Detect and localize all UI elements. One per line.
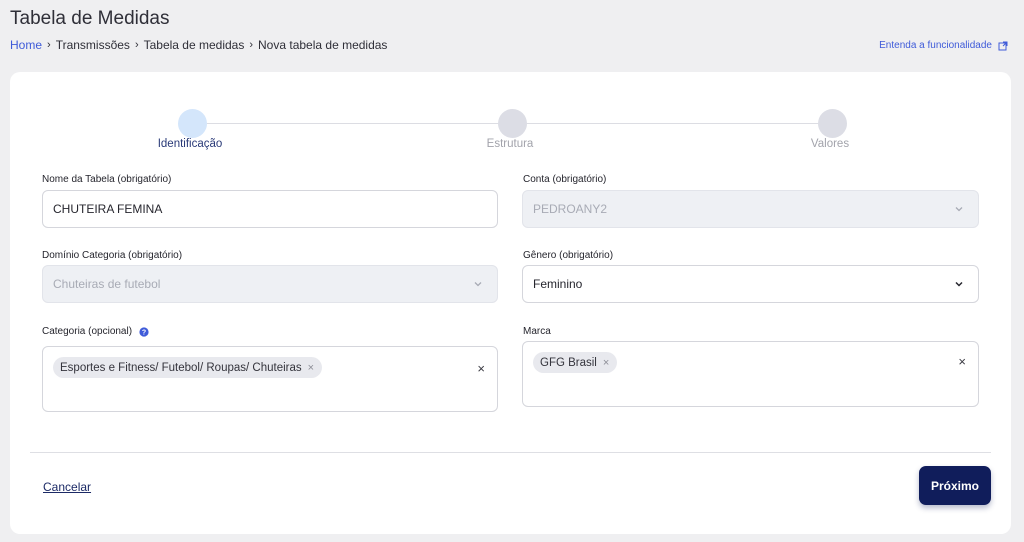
nome-tabela-label: Nome da Tabela (obrigatório) (42, 174, 172, 185)
breadcrumb-separator: › (249, 39, 254, 51)
next-button[interactable]: Próximo (919, 466, 991, 505)
chevron-down-icon[interactable] (954, 280, 964, 288)
conta-value: PEDROANY2 (533, 202, 608, 216)
breadcrumb-separator: › (47, 39, 51, 51)
dominio-categoria-value: Chuteiras de futebol (53, 277, 161, 291)
clear-icon[interactable]: × (477, 361, 485, 376)
step-estrutura-label: Estrutura (486, 138, 534, 150)
chip-remove-icon[interactable]: × (603, 357, 609, 369)
step-valores-label: Valores (810, 138, 850, 150)
genero-select[interactable]: Feminino (522, 265, 979, 303)
categoria-label-text: Categoria (opcional) (42, 326, 133, 337)
page-title: Tabela de Medidas (10, 8, 170, 29)
breadcrumb-home[interactable]: Home (10, 38, 42, 52)
categoria-multiselect[interactable]: Esportes e Fitness/ Futebol/ Roupas/ Chu… (42, 346, 498, 412)
chip-remove-icon[interactable]: × (308, 362, 314, 374)
chevron-down-icon (955, 207, 963, 212)
breadcrumb-separator: › (134, 39, 139, 51)
conta-label: Conta (obrigatório) (523, 174, 607, 185)
info-icon[interactable]: ? (139, 326, 149, 337)
form-card: Identificação Estrutura Valores Nome da … (10, 72, 1011, 534)
genero-value: Feminino (533, 277, 583, 291)
dominio-categoria-select: Chuteiras de futebol (42, 265, 498, 303)
categoria-chip: Esportes e Fitness/ Futebol/ Roupas/ Chu… (53, 357, 323, 378)
chevron-down-icon (474, 282, 482, 287)
step-valores-dot (818, 109, 847, 138)
marca-label: Marca (523, 326, 551, 337)
clear-icon[interactable]: × (958, 354, 966, 369)
breadcrumb-transmissoes[interactable]: Transmissões (56, 38, 130, 52)
breadcrumb-current: Nova tabela de medidas (258, 38, 388, 52)
step-estrutura-dot (498, 109, 527, 138)
dominio-categoria-label: Domínio Categoria (obrigatório) (42, 250, 183, 261)
categoria-label: Categoria (opcional) ? (42, 326, 149, 337)
cancel-button[interactable]: Cancelar (43, 480, 91, 494)
breadcrumb-tabela-medidas[interactable]: Tabela de medidas (144, 38, 245, 52)
help-link[interactable]: Entenda a funcionalidade (879, 40, 1008, 51)
footer-divider (30, 452, 991, 453)
external-link-icon (998, 41, 1008, 50)
marca-chip: GFG Brasil × (533, 352, 618, 373)
help-link-label[interactable]: Entenda a funcionalidade (879, 40, 992, 51)
conta-select: PEDROANY2 (522, 190, 979, 228)
nome-tabela-input[interactable]: CHUTEIRA FEMINA (42, 190, 498, 228)
marca-multiselect[interactable]: GFG Brasil × × (522, 341, 979, 407)
categoria-chip-label: Esportes e Fitness/ Futebol/ Roupas/ Chu… (60, 361, 302, 374)
svg-text:?: ? (142, 329, 146, 336)
step-identificacao-dot (178, 109, 207, 138)
stepper: Identificação Estrutura Valores (10, 108, 1011, 158)
breadcrumb: Home › Transmissões › Tabela de medidas … (10, 38, 387, 52)
marca-chip-label: GFG Brasil (540, 356, 597, 369)
step-identificacao-label: Identificação (157, 138, 223, 150)
genero-label: Gênero (obrigatório) (523, 250, 614, 261)
nome-tabela-value: CHUTEIRA FEMINA (53, 202, 163, 216)
